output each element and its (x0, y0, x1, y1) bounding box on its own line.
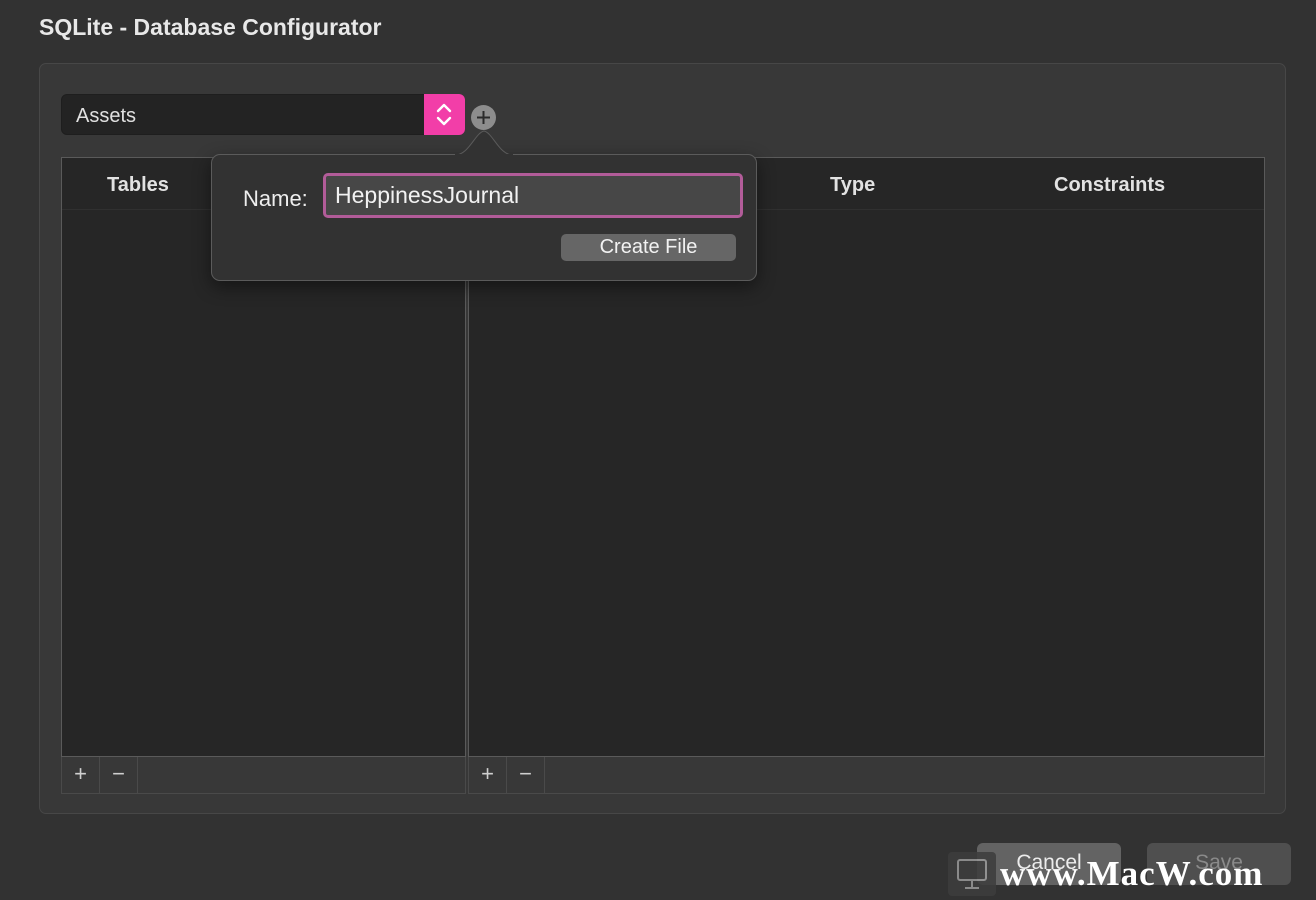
popover-arrow (455, 130, 513, 156)
columns-footer: + − (468, 757, 1265, 794)
window-title: SQLite - Database Configurator (39, 14, 382, 40)
tables-footer: + − (61, 757, 466, 794)
tables-column-title: Tables (107, 174, 169, 196)
remove-table-button[interactable]: − (100, 757, 138, 793)
database-select[interactable]: Assets (61, 94, 465, 135)
watermark-text: www.MacW.com (1000, 854, 1264, 893)
monitor-icon (948, 852, 996, 896)
create-file-button[interactable]: Create File (561, 234, 736, 261)
add-column-button[interactable]: + (469, 757, 507, 793)
add-table-button[interactable]: + (62, 757, 100, 793)
database-select-value: Assets (76, 105, 137, 127)
name-input[interactable] (323, 173, 743, 218)
watermark: www.MacW.com (946, 846, 1316, 900)
remove-column-button[interactable]: − (507, 757, 545, 793)
name-label: Name: (243, 186, 308, 211)
type-column-title: Type (830, 174, 876, 196)
constraints-column-title: Constraints (1054, 174, 1166, 196)
add-database-button[interactable] (471, 105, 496, 130)
chevron-up-down-icon (436, 103, 452, 126)
plus-icon (477, 111, 490, 124)
